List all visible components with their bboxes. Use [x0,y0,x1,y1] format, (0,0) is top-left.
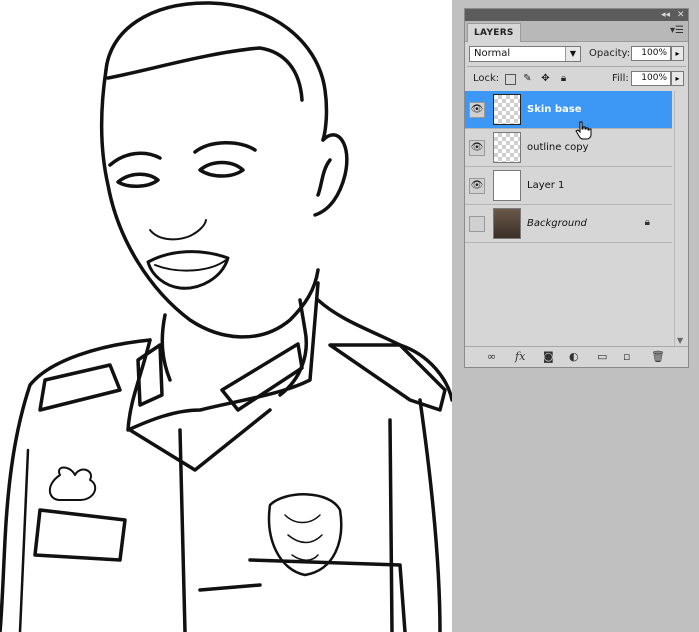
layer-thumbnail [493,94,521,125]
eye-icon[interactable]: 👁︎ [469,178,485,194]
layer-name: Layer 1 [527,180,565,191]
eye-icon[interactable]: 👁︎ [469,140,485,156]
fill-label: Fill: [612,73,629,84]
scroll-down-icon[interactable]: ▼ [677,336,683,345]
layer-name: Skin base [527,104,582,115]
eye-icon[interactable]: 👁︎ [469,102,485,118]
panel-menu-icon[interactable]: ▾☰ [670,25,684,36]
fill-input[interactable]: 100% [631,71,671,86]
layer-row-background[interactable]: Background 🔒︎ [465,205,672,243]
lock-transparency-icon[interactable] [505,74,516,85]
fx-icon[interactable]: fx [515,350,525,363]
opacity-arrow-icon[interactable]: ▸ [671,46,684,61]
layer-name: Background [527,218,587,229]
document-canvas[interactable] [0,0,452,632]
tab-layers[interactable]: LAYERS [467,23,521,42]
add-mask-icon[interactable]: ◙ [543,350,554,363]
blend-mode-value: Normal [474,48,511,59]
layer-row-layer-1[interactable]: 👁︎ Layer 1 [465,167,672,205]
layer-name: outline copy [527,142,589,153]
collapse-icon[interactable]: ◂◂ [661,10,670,20]
layer-row-outline-copy[interactable]: 👁︎ outline copy [465,129,672,167]
lock-all-icon[interactable]: 🔒︎ [558,73,569,84]
lock-icon: 🔒︎ [644,217,650,228]
link-layers-icon[interactable]: ∞ [487,350,496,363]
blend-row: Normal ▼ Opacity: 100% ▸ [465,42,688,66]
fill-arrow-icon[interactable]: ▸ [671,71,684,86]
new-layer-icon[interactable]: ▫ [623,350,630,363]
close-icon[interactable]: ✕ [677,10,685,20]
panel-tab-row: LAYERS ▾☰ [465,21,688,42]
layer-thumbnail [493,170,521,201]
opacity-input[interactable]: 100% [631,46,671,61]
visibility-toggle-empty[interactable] [469,216,485,232]
panel-titlebar[interactable]: ◂◂ ✕ [465,9,688,21]
lock-move-icon[interactable]: ✥ [540,73,551,84]
new-group-icon[interactable]: ▭ [597,350,607,363]
panel-bottom-bar: ∞ fx ◙ ◐ ▭ ▫ 🗑︎ [465,346,688,367]
lock-row: Lock: ✎ ✥ 🔒︎ Fill: 100% ▸ [465,67,688,91]
layer-row-skin-base[interactable]: 👁︎ Skin base [465,91,672,129]
photo-thumbnail [493,208,521,239]
lock-brush-icon[interactable]: ✎ [522,73,533,84]
line-art-drawing [0,1,452,632]
trash-icon[interactable]: 🗑︎ [651,350,665,363]
hand-cursor-icon [575,121,592,140]
adjustment-layer-icon[interactable]: ◐ [569,350,579,363]
lock-label: Lock: [473,73,500,84]
chevron-down-icon[interactable]: ▼ [565,47,580,61]
layers-scrollbar[interactable]: ▼ [674,91,688,347]
opacity-label: Opacity: [589,48,631,59]
blend-mode-select[interactable]: Normal ▼ [469,46,581,62]
layer-thumbnail [493,132,521,163]
layers-panel: ◂◂ ✕ LAYERS ▾☰ Normal ▼ Opacity: 100% ▸ … [464,8,689,368]
